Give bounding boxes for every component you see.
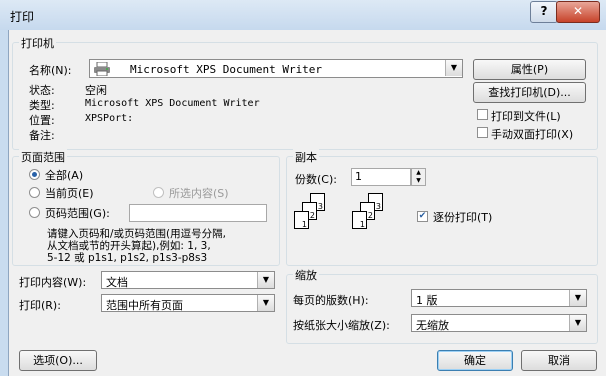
status-label: 状态: [29,84,55,97]
print-what-select[interactable]: 文档 ▼ [101,271,275,289]
current-page-label[interactable]: 当前页(E) [45,185,94,201]
chevron-down-icon[interactable]: ▼ [569,315,586,331]
print-what-label: 打印内容(W): [19,276,87,289]
all-pages-radio[interactable] [29,169,40,180]
type-label: 类型: [29,99,55,112]
dialog-body: 打印机 名称(N): Microsoft XPS Document Writer… [8,30,606,376]
print-to-file-label[interactable]: 打印到文件(L) [491,108,561,124]
pages-per-sheet-label: 每页的版数(H): [293,294,369,307]
copies-count-label: 份数(C): [295,173,337,186]
cancel-button[interactable]: 取消 [521,350,597,371]
collate-page: 1 [352,211,367,229]
copies-group-title: 副本 [293,149,319,165]
zoom-group-title: 缩放 [293,267,319,283]
ok-button[interactable]: 确定 [437,350,513,371]
collate-page: 1 [294,211,309,229]
page-numbers-radio[interactable] [29,207,40,218]
print-range-value: 范围中所有页面 [106,299,183,312]
properties-button[interactable]: 属性(P) [473,59,586,80]
print-label: 打印(R): [19,299,61,312]
print-to-file-checkbox[interactable] [477,109,488,120]
pages-per-sheet-value: 1 版 [416,294,438,307]
current-page-radio[interactable] [29,187,40,198]
selection-label: 所选内容(S) [169,187,229,200]
printer-name-value: Microsoft XPS Document Writer [130,63,323,76]
printer-name-select[interactable]: Microsoft XPS Document Writer ▼ [89,59,463,78]
page-range-group-title: 页面范围 [19,149,67,165]
page-numbers-input[interactable] [129,204,267,222]
help-button[interactable]: ? [530,1,558,23]
print-what-value: 文档 [106,276,128,289]
location-label: 位置: [29,114,55,127]
close-button[interactable]: ✕ [556,1,600,23]
title-bar: 打印 ? ✕ [0,0,606,30]
selection-radio[interactable] [153,187,164,198]
options-button[interactable]: 选项(O)... [19,350,97,371]
find-printer-button[interactable]: 查找打印机(D)... [473,82,586,103]
manual-duplex-label[interactable]: 手动双面打印(X) [491,126,573,142]
collate-label[interactable]: 逐份打印(T) [433,209,492,225]
chevron-down-icon[interactable]: ▼ [569,290,586,306]
chevron-down-icon[interactable]: ▼ [257,295,274,311]
print-range-select[interactable]: 范围中所有页面 ▼ [101,294,275,312]
print-dialog: 打印 ? ✕ 打印机 名称(N): Microsoft XPS Document… [0,0,606,376]
page-numbers-label[interactable]: 页码范围(G): [45,205,110,221]
pages-per-sheet-select[interactable]: 1 版 ▼ [411,289,587,307]
printer-group-title: 打印机 [19,35,56,51]
window-title: 打印 [10,10,35,24]
printer-name-label: 名称(N): [29,64,72,77]
collate-checkbox[interactable]: ✔ [417,211,428,222]
all-pages-label[interactable]: 全部(A) [45,167,83,183]
type-value: Microsoft XPS Document Writer [85,98,260,109]
manual-duplex-checkbox[interactable] [477,127,488,138]
page-range-hint-line3: 5-12 或 p1s1, p1s2, p1s3-p8s3 [47,252,208,264]
copies-spinner[interactable]: ▲ ▼ [411,168,426,186]
chevron-down-icon[interactable]: ▼ [257,272,274,288]
scale-select[interactable]: 无缩放 ▼ [411,314,587,332]
location-value: XPSPort: [85,113,134,124]
scale-value: 无缩放 [416,319,449,332]
scale-label: 按纸张大小缩放(Z): [293,319,390,332]
chevron-down-icon[interactable]: ▼ [445,60,462,76]
zoom-group: 缩放 [286,267,598,344]
status-value: 空闲 [85,84,107,97]
printer-icon [94,61,110,79]
comment-label: 备注: [29,129,55,142]
copies-count-input[interactable]: 1 [351,168,411,186]
copies-count-value: 1 [355,170,362,183]
